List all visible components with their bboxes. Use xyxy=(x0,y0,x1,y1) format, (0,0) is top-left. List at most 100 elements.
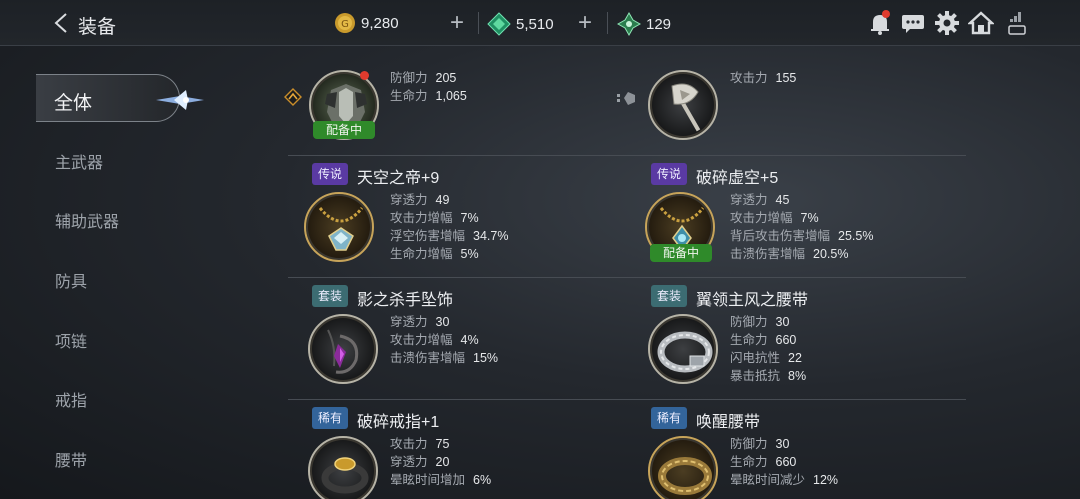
equipped-badge: 配备中 xyxy=(650,244,712,262)
sidebar-item-sub-weapon[interactable]: 辅助武器 xyxy=(55,208,119,232)
stat-label: 防御力 xyxy=(390,71,428,85)
stat-value: 12% xyxy=(813,473,839,487)
item-name: 破碎虚空+5 xyxy=(696,170,779,187)
stat-label: 晕眩时间减少 xyxy=(730,473,806,487)
stat-label: 防御力 xyxy=(730,437,768,451)
green-gem-icon xyxy=(487,12,511,36)
stat-label: 生命力 xyxy=(730,333,768,347)
stat-label: 攻击力增幅 xyxy=(390,333,453,347)
back-arrow-icon[interactable] xyxy=(52,12,72,34)
sidebar-item-belt[interactable]: 腰带 xyxy=(55,447,87,471)
chat-icon[interactable] xyxy=(900,10,926,36)
item-name: 唤醒腰带 xyxy=(696,414,761,431)
item-stats: 穿透力 45 攻击力增幅 7% 背后攻击伤害增幅 25.5% 击溃伤害增幅 20.5% xyxy=(730,191,873,263)
top-bar: 装备 G 9,280 + 5,510 + 129 xyxy=(0,0,1080,46)
equipped-badge: 配备中 xyxy=(313,121,375,139)
sidebar-item-armor[interactable]: 防具 xyxy=(55,268,87,292)
grade-badge: 套装 xyxy=(651,285,687,307)
stat-value: 75 xyxy=(435,437,450,451)
stat-value: 30 xyxy=(435,315,450,329)
notification-dot xyxy=(882,10,890,18)
stat-label: 闪电抗性 xyxy=(730,351,781,365)
stat-value: 22 xyxy=(788,351,802,365)
stat-value: 34.7% xyxy=(473,229,509,243)
gold-coin-icon: G xyxy=(335,13,355,33)
add-gold-button[interactable]: + xyxy=(450,9,464,37)
stat-label: 穿透力 xyxy=(390,455,428,469)
equipment-slot-weapon[interactable] xyxy=(648,70,718,140)
gem-value: 5,510 xyxy=(516,15,554,33)
stat-value: 1,065 xyxy=(435,89,467,103)
item-slot-awakening-belt[interactable] xyxy=(648,436,718,499)
item-stats: 防御力 30 生命力 660 闪电抗性 22 暴击抵抗 8% xyxy=(730,313,806,385)
item-stats: 防御力 30 生命力 660 晕眩时间减少 12% xyxy=(730,435,838,489)
stat-label: 穿透力 xyxy=(730,193,768,207)
item-name: 影之杀手坠饰 xyxy=(357,292,454,309)
selection-spark-icon xyxy=(156,90,204,110)
axe-icon xyxy=(671,83,701,132)
divider xyxy=(288,399,966,400)
stat-value: 7% xyxy=(800,211,819,225)
grade-badge: 传说 xyxy=(651,163,687,185)
stat-label: 穿透力 xyxy=(390,193,428,207)
belt-icon xyxy=(657,331,713,373)
weapon-stats: 攻击力 155 xyxy=(730,69,796,87)
stat-label: 攻击力 xyxy=(730,71,768,85)
gold-counter: G 9,280 xyxy=(334,12,399,34)
page-title: 装备 xyxy=(78,17,117,38)
item-slot-shadow-assassin-pendant[interactable] xyxy=(308,314,378,384)
stat-label: 生命力增幅 xyxy=(390,247,453,261)
divider xyxy=(478,12,479,34)
stat-value: 30 xyxy=(775,437,790,451)
svg-text:G: G xyxy=(341,19,349,30)
gem-counter: 5,510 xyxy=(487,12,554,36)
stat-label: 穿透力 xyxy=(390,315,428,329)
stat-label: 防御力 xyxy=(730,315,768,329)
stat-value: 15% xyxy=(473,351,499,365)
armor-stats: 防御力 205 生命力 1,065 xyxy=(390,69,467,105)
pendant-icon xyxy=(327,329,359,374)
stat-value: 6% xyxy=(473,473,492,487)
divider xyxy=(288,277,966,278)
stat-label: 击溃伤害增幅 xyxy=(390,351,466,365)
stat-value: 20.5% xyxy=(813,247,849,261)
item-slot-necklace-sky-emperor[interactable] xyxy=(304,192,374,262)
item-slot-shattered-ring[interactable] xyxy=(308,436,378,499)
sidebar-item-necklace[interactable]: 项链 xyxy=(55,328,87,352)
stat-label: 背后攻击伤害增幅 xyxy=(730,229,831,243)
stat-value: 205 xyxy=(435,71,457,85)
stat-label: 晕眩时间增加 xyxy=(390,473,466,487)
item-name: 翼领主风之腰带 xyxy=(696,292,809,309)
stat-value: 5% xyxy=(460,247,479,261)
new-item-dot xyxy=(360,71,369,80)
stat-label: 暴击抵抗 xyxy=(730,369,781,383)
stat-label: 生命力 xyxy=(390,89,428,103)
grade-badge: 稀有 xyxy=(651,407,687,429)
stat-value: 660 xyxy=(775,333,797,347)
stat-label: 攻击力 xyxy=(390,437,428,451)
stat-label: 攻击力增幅 xyxy=(730,211,793,225)
stat-label: 攻击力增幅 xyxy=(390,211,453,225)
add-gem-button[interactable]: + xyxy=(578,9,592,37)
grade-badge: 套装 xyxy=(312,285,348,307)
stat-label: 浮空伤害增幅 xyxy=(390,229,466,243)
sidebar-item-main-weapon[interactable]: 主武器 xyxy=(55,149,103,173)
item-name: 天空之帝+9 xyxy=(357,170,440,187)
signal-battery-icon xyxy=(1008,12,1026,35)
class-emblem-icon xyxy=(284,88,302,106)
item-stats: 穿透力 49 攻击力增幅 7% 浮空伤害增幅 34.7% 生命力增幅 5% xyxy=(390,191,508,263)
ring-icon xyxy=(321,457,369,494)
category-sidebar: 全体 主武器 辅助武器 防具 项链 戒指 腰带 xyxy=(0,46,210,499)
sidebar-item-ring[interactable]: 戒指 xyxy=(55,387,87,411)
necklace-icon xyxy=(318,207,364,251)
divider xyxy=(288,155,966,156)
stat-value: 660 xyxy=(775,455,797,469)
belt-icon xyxy=(658,457,712,495)
home-icon[interactable] xyxy=(968,10,994,36)
stat-value: 25.5% xyxy=(838,229,874,243)
stat-value: 8% xyxy=(788,369,807,383)
stat-value: 45 xyxy=(775,193,790,207)
item-slot-wind-belt[interactable] xyxy=(648,314,718,384)
stat-value: 155 xyxy=(775,71,797,85)
gear-icon[interactable] xyxy=(934,10,960,36)
